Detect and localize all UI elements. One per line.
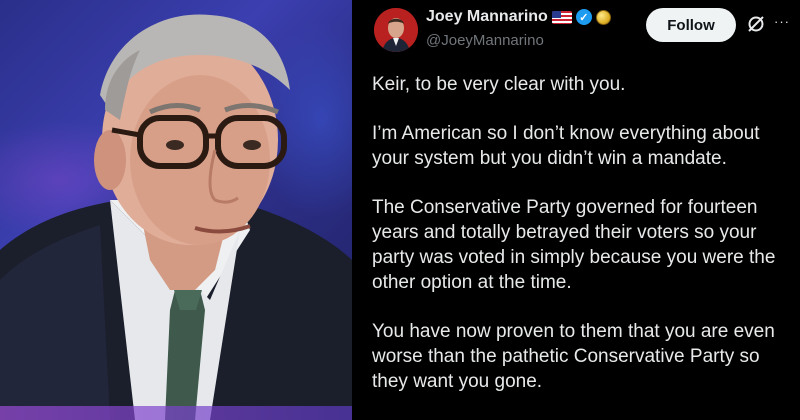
tweet-text: Keir, to be very clear with you. I’m Ame… xyxy=(372,72,798,418)
man-portrait xyxy=(0,14,352,420)
tweet-paragraph: Keir, to be very clear with you. xyxy=(372,74,626,95)
author-handle[interactable]: @JoeyMannarino xyxy=(426,32,544,49)
author-name-row: Joey Mannarino ✓ xyxy=(426,8,611,26)
grok-icon[interactable] xyxy=(746,14,766,34)
display-name[interactable]: Joey Mannarino xyxy=(426,8,548,26)
more-options-icon[interactable]: ··· xyxy=(774,14,790,29)
tweet-paragraph: The Conservative Party governed for four… xyxy=(372,197,776,293)
broadcast-bar xyxy=(0,406,352,420)
avatar-image xyxy=(374,8,418,52)
us-flag-icon xyxy=(551,10,572,24)
news-photo xyxy=(0,0,352,420)
avatar[interactable] xyxy=(374,8,418,52)
tweet-paragraph: You have now proven to them that you are… xyxy=(372,321,775,392)
tweet-paragraph: I’m American so I don’t know everything … xyxy=(372,123,760,169)
tweet-card: Joey Mannarino ✓ @JoeyMannarino Follow ·… xyxy=(360,0,800,420)
follow-button[interactable]: Follow xyxy=(646,8,736,42)
verified-badge-icon[interactable]: ✓ xyxy=(575,9,592,25)
gold-coin-icon xyxy=(595,9,611,25)
